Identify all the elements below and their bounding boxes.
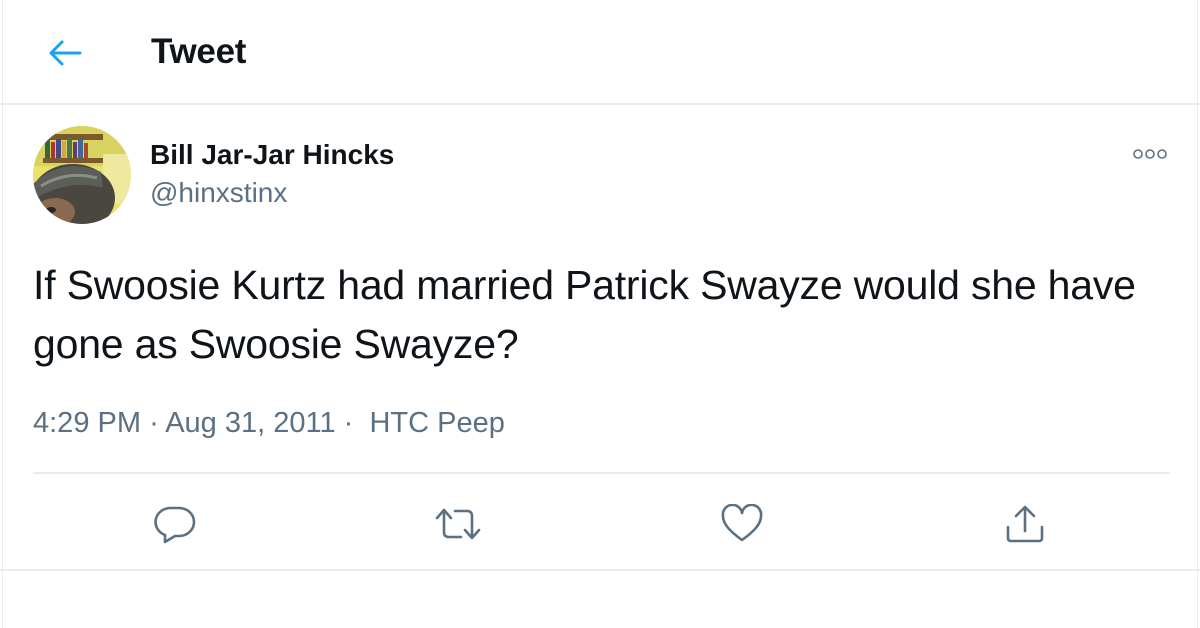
tweet-text: If Swoosie Kurtz had married Patrick Swa… xyxy=(33,262,1136,367)
heart-icon xyxy=(721,504,763,542)
meta-separator: · xyxy=(149,407,159,439)
share-button[interactable] xyxy=(995,496,1055,552)
more-options-button[interactable] xyxy=(1126,140,1174,168)
more-options-icon xyxy=(1133,149,1167,159)
author-name[interactable]: Bill Jar-Jar Hincks xyxy=(150,138,394,172)
tweet-source[interactable]: HTC Peep xyxy=(369,407,504,439)
meta-separator: · xyxy=(343,407,354,439)
retweet-button[interactable] xyxy=(428,496,488,552)
divider xyxy=(0,569,1200,571)
avatar[interactable] xyxy=(33,126,131,224)
like-button[interactable] xyxy=(712,496,772,552)
share-icon xyxy=(1006,505,1044,543)
tweet-time[interactable]: 4:29 PM xyxy=(33,407,141,439)
tweet-meta: 4:29 PM · Aug 31, 2011 · HTC Peep xyxy=(33,403,505,443)
arrow-left-icon xyxy=(49,40,82,66)
reply-icon xyxy=(154,506,196,544)
back-button[interactable] xyxy=(40,28,90,78)
tweet-date[interactable]: Aug 31, 2011 xyxy=(165,407,335,439)
avatar-photo xyxy=(33,126,131,224)
page-title: Tweet xyxy=(151,32,247,71)
divider xyxy=(33,472,1170,474)
author-handle[interactable]: @hinxstinx xyxy=(150,176,287,210)
reply-button[interactable] xyxy=(145,496,205,552)
page-header: Tweet xyxy=(0,0,1200,105)
retweet-icon xyxy=(435,508,481,540)
